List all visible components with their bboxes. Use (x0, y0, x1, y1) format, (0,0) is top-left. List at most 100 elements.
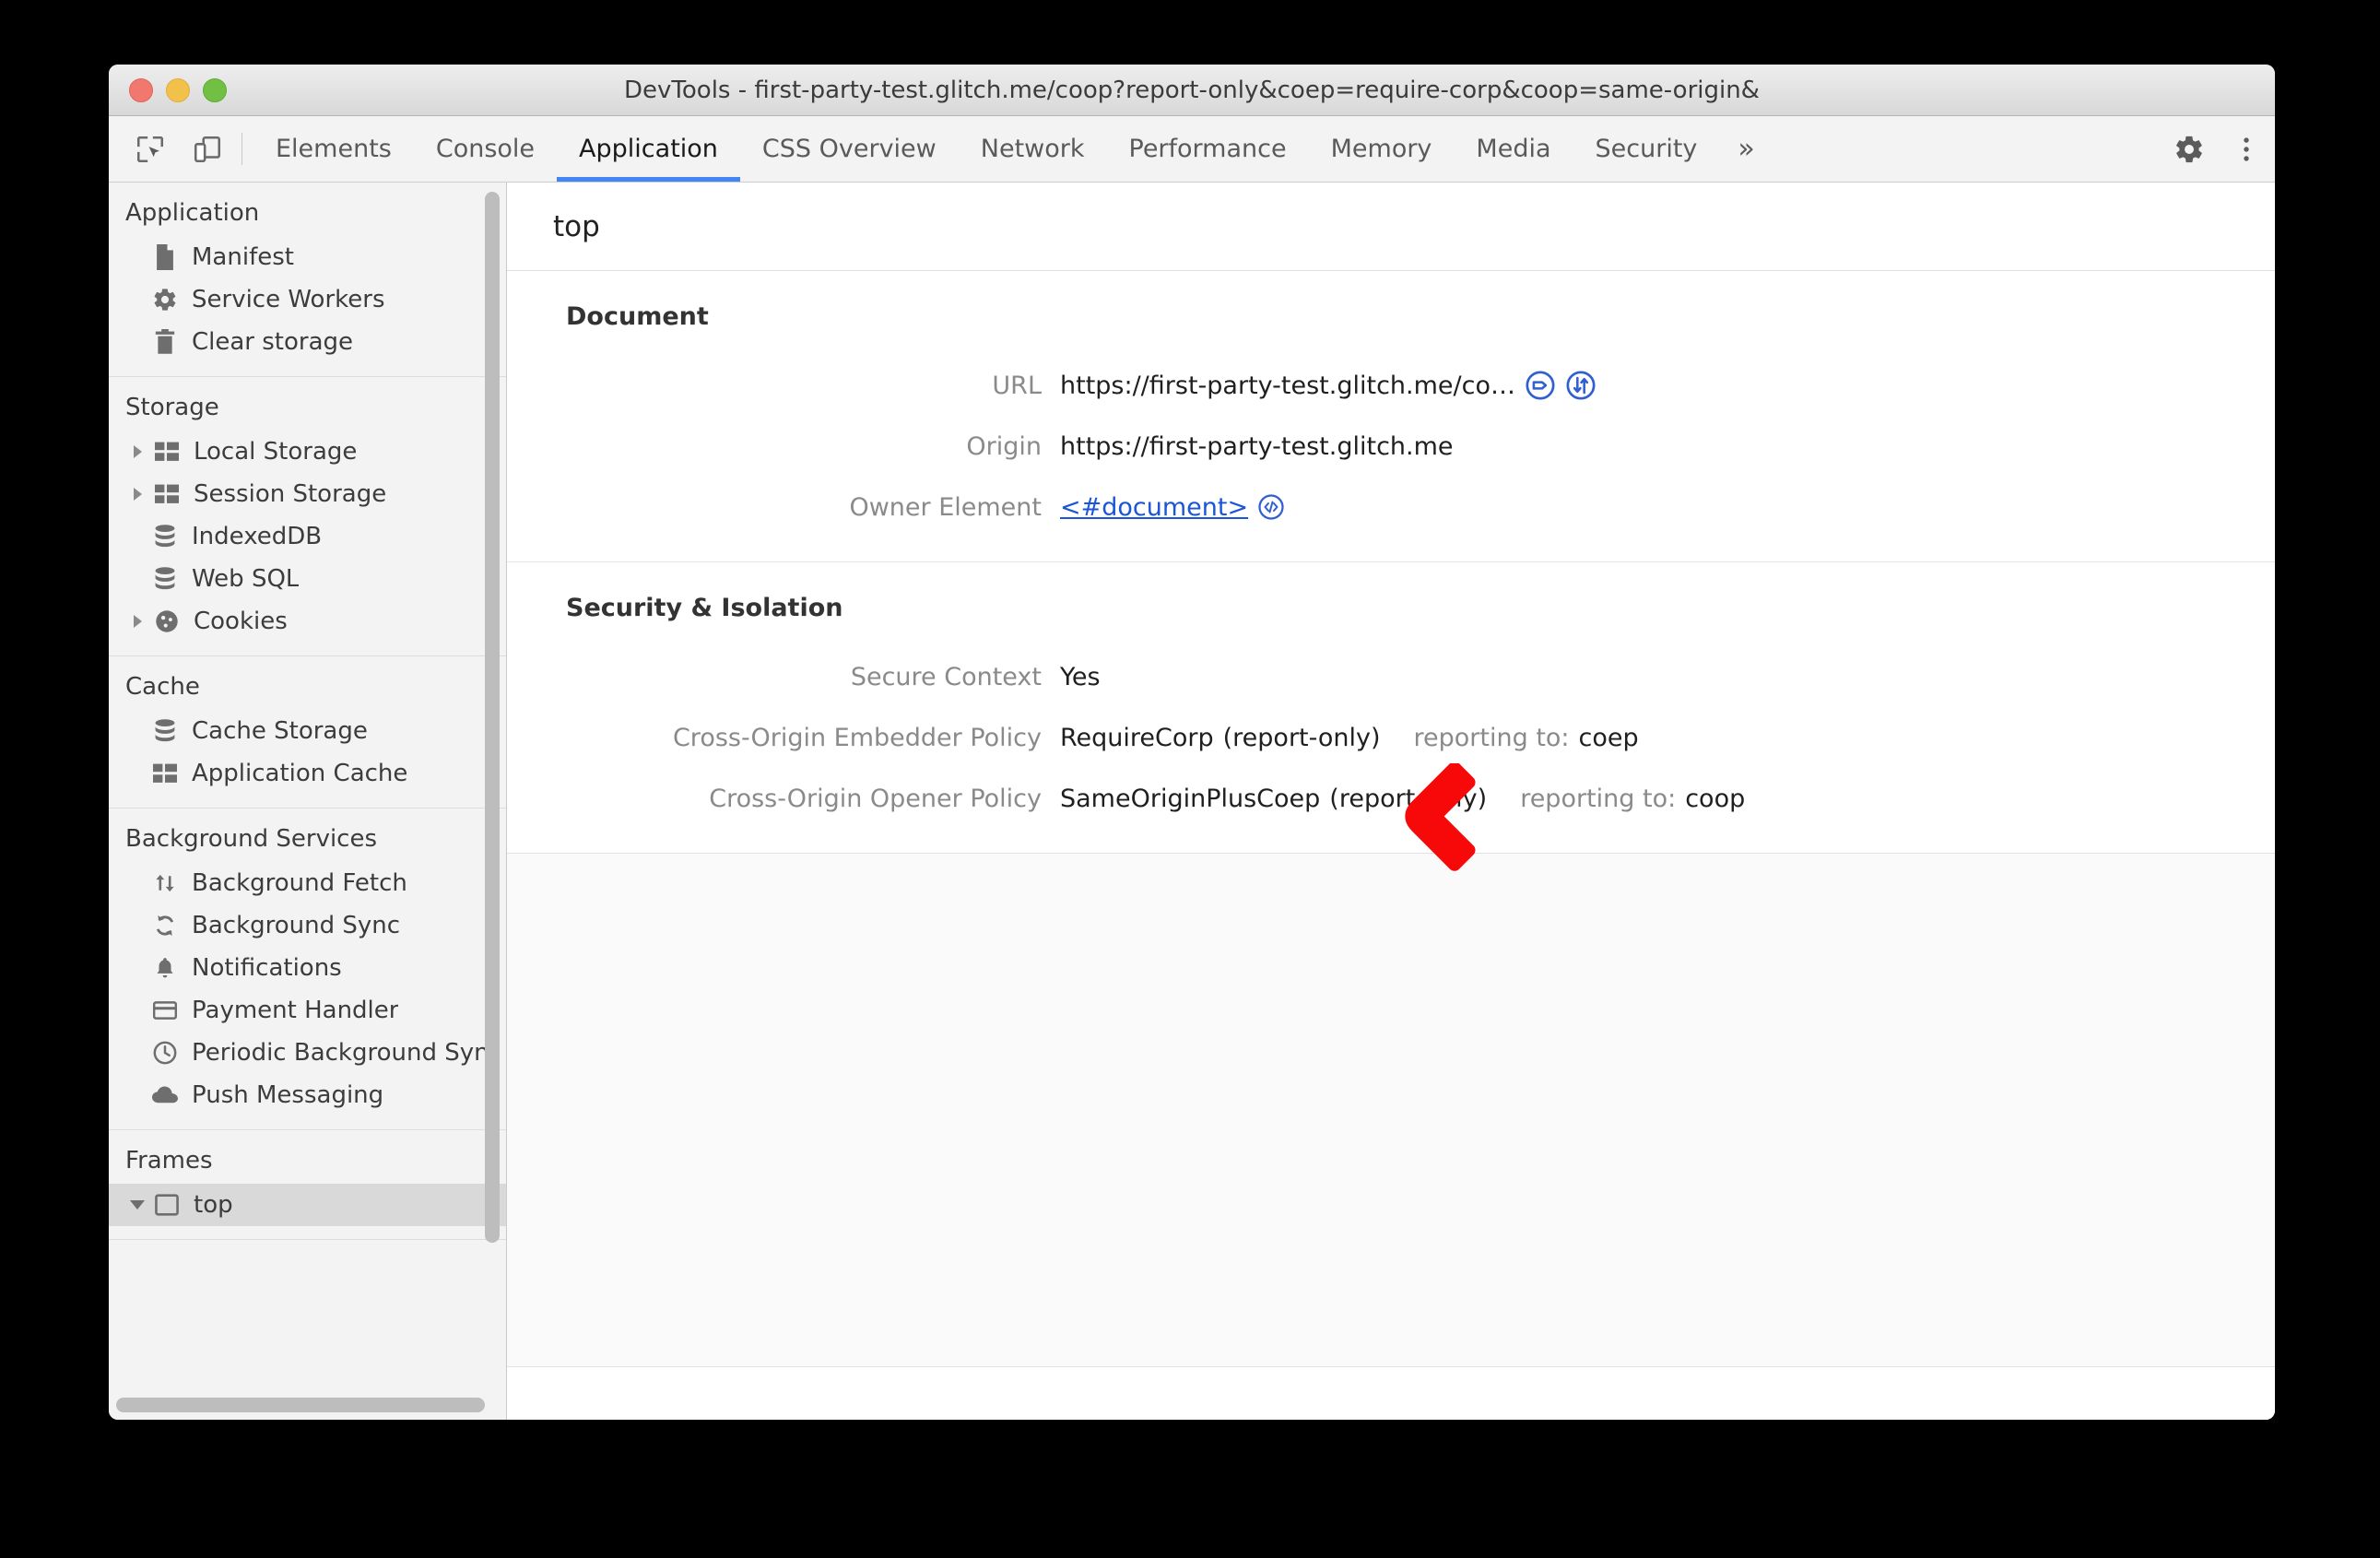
url-value-group: https://first-party-test.glitch.me/co… (1060, 370, 1596, 401)
more-tabs-icon[interactable]: » (1719, 116, 1773, 182)
owner-element-link[interactable]: <#document> (1060, 493, 1248, 522)
tab-css-overview[interactable]: CSS Overview (740, 116, 959, 182)
document-icon (149, 244, 181, 270)
sidebar-item-background-sync[interactable]: Background Sync (109, 904, 506, 947)
sidebar-item-local-storage[interactable]: Local Storage (109, 431, 506, 473)
secure-context-label: Secure Context (850, 662, 1042, 691)
application-sidebar: Application Manifest Service Workers Cle… (109, 183, 507, 1420)
coop-reporting-label: reporting to: (1520, 784, 1677, 813)
sidebar-item-manifest[interactable]: Manifest (109, 236, 506, 278)
sidebar-item-label: Payment Handler (192, 997, 399, 1024)
toolbar-right-actions (2141, 116, 2275, 182)
database-icon (149, 525, 181, 549)
devtools-toolbar: Elements Console Application CSS Overvie… (109, 116, 2275, 183)
sidebar-item-web-sql[interactable]: Web SQL (109, 558, 506, 600)
bell-icon (149, 956, 181, 980)
devtools-body: Application Manifest Service Workers Cle… (109, 183, 2275, 1420)
tab-performance[interactable]: Performance (1107, 116, 1309, 182)
sidebar-item-clear-storage[interactable]: Clear storage (109, 321, 506, 363)
sidebar-section-storage: Storage Local Storage Session Storage In… (109, 377, 506, 656)
inspect-cursor-icon[interactable] (122, 116, 179, 182)
sidebar-item-indexeddb[interactable]: IndexedDB (109, 515, 506, 558)
chevron-right-icon[interactable] (125, 445, 149, 458)
table-icon (149, 763, 181, 784)
security-isolation-section: Security & Isolation Secure Context Yes … (507, 562, 2275, 854)
tab-network[interactable]: Network (959, 116, 1107, 182)
url-label: URL (992, 371, 1042, 400)
sidebar-section-frames: Frames top (109, 1130, 506, 1240)
sidebar-section-background-services: Background Services Background Fetch Bac… (109, 809, 506, 1130)
coop-reporting-value: coop (1685, 784, 1746, 813)
window-titlebar: DevTools - first-party-test.glitch.me/co… (109, 65, 2275, 116)
coep-state: (report-only) (1222, 723, 1381, 752)
tab-application[interactable]: Application (557, 116, 740, 182)
sidebar-scroll-area: Application Manifest Service Workers Cle… (109, 183, 506, 1420)
chevron-right-icon[interactable] (125, 615, 149, 628)
tag-circle-icon[interactable] (1525, 370, 1556, 401)
sidebar-item-label: Service Workers (192, 286, 385, 313)
sidebar-item-application-cache[interactable]: Application Cache (109, 752, 506, 795)
clock-icon (149, 1041, 181, 1065)
coep-reporting-value: coep (1578, 723, 1639, 752)
origin-label: Origin (966, 431, 1042, 461)
tab-security[interactable]: Security (1573, 116, 1720, 182)
coop-label: Cross-Origin Opener Policy (709, 784, 1042, 813)
database-icon (149, 567, 181, 591)
frame-details-panel: top Document URL https://first-party-tes… (507, 183, 2275, 1420)
sidebar-item-label: Web SQL (192, 565, 300, 593)
sidebar-item-payment-handler[interactable]: Payment Handler (109, 989, 506, 1032)
security-section-title: Security & Isolation (566, 594, 843, 622)
tab-memory[interactable]: Memory (1309, 116, 1455, 182)
sidebar-item-notifications[interactable]: Notifications (109, 947, 506, 989)
sidebar-horizontal-scrollbar[interactable] (116, 1398, 485, 1412)
table-icon (151, 484, 183, 504)
document-origin-row: Origin https://first-party-test.glitch.m… (507, 416, 2275, 477)
chevron-right-icon[interactable] (125, 488, 149, 501)
sidebar-item-label: Manifest (192, 243, 294, 271)
sidebar-item-cookies[interactable]: Cookies (109, 600, 506, 643)
sidebar-item-label: Cookies (194, 608, 288, 635)
sidebar-item-frame-top[interactable]: top (109, 1184, 506, 1226)
sidebar-item-label: Application Cache (192, 760, 408, 787)
sidebar-item-label: Cache Storage (192, 717, 368, 745)
coop-value-group: SameOriginPlusCoep (report-only) reporti… (1060, 785, 1745, 813)
code-circle-icon[interactable] (1257, 493, 1285, 521)
sidebar-item-label: top (194, 1191, 233, 1219)
document-owner-element-row: Owner Element <#document> (507, 477, 2275, 537)
sidebar-item-label: Periodic Background Syn (192, 1039, 489, 1067)
tab-elements[interactable]: Elements (253, 116, 414, 182)
gear-icon[interactable] (2161, 134, 2218, 165)
sidebar-item-session-storage[interactable]: Session Storage (109, 473, 506, 515)
tab-console[interactable]: Console (414, 116, 557, 182)
sidebar-item-cache-storage[interactable]: Cache Storage (109, 710, 506, 752)
coep-value: RequireCorp (1060, 723, 1214, 752)
sidebar-item-background-fetch[interactable]: Background Fetch (109, 862, 506, 904)
panel-tabs: Elements Console Application CSS Overvie… (253, 116, 1773, 182)
sidebar-item-service-workers[interactable]: Service Workers (109, 278, 506, 321)
sidebar-item-label: Clear storage (192, 328, 354, 356)
coop-value: SameOriginPlusCoep (1060, 784, 1321, 813)
chevron-down-icon[interactable] (125, 1200, 149, 1210)
sidebar-item-label: IndexedDB (192, 523, 323, 550)
coep-label: Cross-Origin Embedder Policy (672, 723, 1042, 752)
network-arrows-circle-icon[interactable] (1565, 370, 1596, 401)
sidebar-item-periodic-background-sync[interactable]: Periodic Background Syn (109, 1032, 506, 1074)
sidebar-vertical-scrollbar[interactable] (485, 192, 500, 1243)
sidebar-section-title: Frames (125, 1147, 213, 1174)
kebab-menu-icon[interactable] (2218, 134, 2275, 165)
sidebar-section-cache: Cache Cache Storage Application Cache (109, 656, 506, 809)
sidebar-section-title: Storage (125, 394, 219, 421)
devtools-window: DevTools - first-party-test.glitch.me/co… (109, 65, 2275, 1420)
table-icon (151, 442, 183, 462)
cloud-icon (149, 1085, 181, 1105)
sidebar-section-title: Application (125, 199, 260, 227)
device-toolbar-icon[interactable] (179, 116, 236, 182)
panel-empty-area (507, 854, 2275, 1366)
document-url-row: URL https://first-party-test.glitch.me/c… (507, 355, 2275, 416)
sidebar-item-label: Background Fetch (192, 869, 407, 897)
document-section-title: Document (566, 302, 709, 331)
database-icon (149, 719, 181, 743)
tab-media[interactable]: Media (1454, 116, 1573, 182)
sidebar-item-push-messaging[interactable]: Push Messaging (109, 1074, 506, 1116)
updown-arrows-icon (149, 871, 181, 895)
